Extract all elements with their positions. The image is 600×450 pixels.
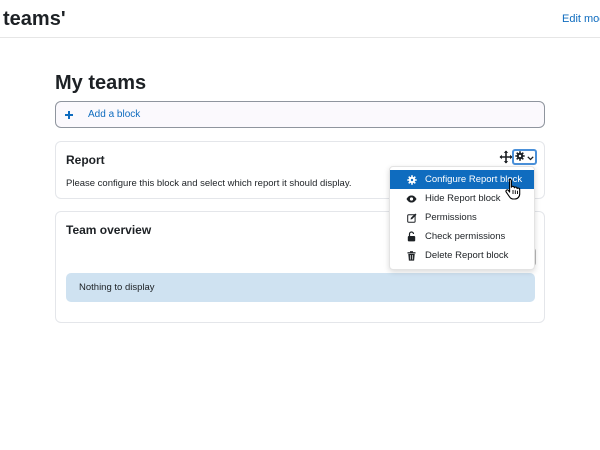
add-block-label: Add a block [88,109,141,120]
menu-item-label: Delete Report block [425,250,509,261]
team-overview-title: Team overview [66,223,152,237]
eye-icon [406,193,417,204]
report-block-message: Please configure this block and select w… [66,178,352,189]
top-navbar: teams' Edit mod [0,0,600,38]
menu-item-permissions[interactable]: Permissions [390,208,534,227]
edit-mode-toggle[interactable]: Edit mod [562,13,600,25]
gear-icon [406,174,417,185]
menu-item-label: Hide Report block [425,193,501,204]
empty-state-alert: Nothing to display [66,273,535,302]
unlock-icon [406,231,417,242]
hand-cursor-icon [505,178,521,200]
gear-icon [515,148,525,166]
site-title[interactable]: teams' [3,8,66,31]
menu-item-label: Permissions [425,212,477,223]
chevron-down-icon [527,148,534,166]
report-block-title: Report [66,153,105,167]
page-title: My teams [55,72,147,94]
add-block-button[interactable]: Add a block [55,101,545,128]
plus-icon [64,107,82,123]
menu-item-delete[interactable]: Delete Report block [390,246,534,265]
move-icon[interactable] [499,150,513,164]
edit-icon [406,212,417,223]
menu-item-label: Check permissions [425,231,506,242]
block-actions-menu-button[interactable] [512,149,537,165]
menu-item-check-permissions[interactable]: Check permissions [390,227,534,246]
trash-icon [406,250,417,261]
